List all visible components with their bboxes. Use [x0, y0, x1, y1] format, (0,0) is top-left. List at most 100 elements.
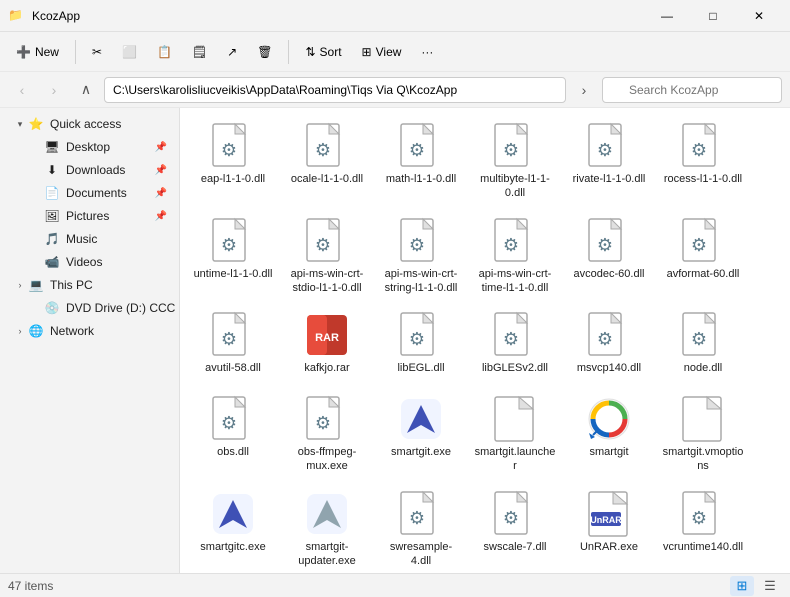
music-icon: 🎵: [44, 231, 60, 247]
file-type-icon: ⚙: [491, 122, 539, 170]
svg-text:⚙: ⚙: [691, 140, 707, 160]
sidebar-item-this-pc[interactable]: › 💻 This PC: [4, 274, 175, 296]
file-type-icon: ⚙: [585, 311, 633, 359]
new-button[interactable]: ➕ New: [8, 41, 67, 63]
list-item[interactable]: smartgit.launcher: [470, 389, 560, 480]
title-bar: 📁 KcozApp — □ ✕: [0, 0, 790, 32]
list-item[interactable]: smartgit: [564, 389, 654, 480]
search-wrapper: 🔍: [602, 77, 782, 103]
copy-button[interactable]: ⬜: [114, 41, 145, 63]
rename-button[interactable]: 🗒: [184, 41, 215, 63]
file-name: avformat-60.dll: [667, 267, 740, 281]
list-item[interactable]: ⚙ swresample-4.dll: [376, 484, 466, 573]
list-item[interactable]: ⚙ untime-l1-1-0.dll: [188, 211, 278, 302]
list-item[interactable]: ⚙ libGLESv2.dll: [470, 305, 560, 385]
list-item[interactable]: ⚙ msvcp140.dll: [564, 305, 654, 385]
sort-button[interactable]: ⇅ Sort: [297, 41, 349, 63]
svg-text:⚙: ⚙: [221, 413, 237, 433]
share-button[interactable]: ↗: [219, 41, 245, 63]
svg-text:⚙: ⚙: [221, 235, 237, 255]
back-button[interactable]: ‹: [8, 76, 36, 104]
maximize-button[interactable]: □: [690, 0, 736, 32]
list-item[interactable]: smartgit.exe: [376, 389, 466, 480]
sidebar: ▾ ⭐ Quick access 🖥 Desktop 📌 ⬇ Downloads…: [0, 108, 180, 573]
file-type-icon: ⚙: [397, 122, 445, 170]
cut-button[interactable]: ✂: [84, 41, 110, 63]
sidebar-item-desktop[interactable]: 🖥 Desktop 📌: [4, 136, 175, 158]
sidebar-item-music[interactable]: 🎵 Music: [4, 228, 175, 250]
pictures-icon: 🖼: [44, 208, 60, 224]
sidebar-item-documents[interactable]: 📄 Documents 📌: [4, 182, 175, 204]
file-type-icon: ⚙: [209, 395, 257, 443]
list-item[interactable]: ⚙ avutil-58.dll: [188, 305, 278, 385]
file-type-icon: ⚙: [491, 311, 539, 359]
file-type-icon: ⚙: [679, 490, 727, 538]
search-input[interactable]: [602, 77, 782, 103]
list-item[interactable]: ⚙ obs.dll: [188, 389, 278, 480]
svg-text:⚙: ⚙: [503, 140, 519, 160]
list-view-button[interactable]: ☰: [758, 576, 782, 596]
file-name: obs.dll: [217, 445, 249, 459]
list-item[interactable]: ⚙ libEGL.dll: [376, 305, 466, 385]
list-item[interactable]: smartgitc.exe: [188, 484, 278, 573]
file-name: smartgit-updater.exe: [286, 540, 368, 569]
svg-text:⚙: ⚙: [221, 140, 237, 160]
file-type-icon: ⚙: [303, 395, 351, 443]
list-item[interactable]: ⚙ avcodec-60.dll: [564, 211, 654, 302]
list-item[interactable]: UnRAR UnRAR.exe: [564, 484, 654, 573]
pin-icon: 📌: [155, 165, 167, 176]
file-name: smartgit.vmoptions: [662, 445, 744, 474]
go-button[interactable]: ›: [570, 76, 598, 104]
new-icon: ➕: [16, 45, 31, 59]
delete-button[interactable]: 🗑: [249, 41, 280, 63]
list-item[interactable]: ⚙ avformat-60.dll: [658, 211, 748, 302]
list-item[interactable]: ⚙ vcruntime140.dll: [658, 484, 748, 573]
list-item[interactable]: ⚙ eap-l1-1-0.dll: [188, 116, 278, 207]
file-name: math-l1-1-0.dll: [386, 172, 456, 186]
dvd-drive-icon: 💿: [44, 300, 60, 316]
documents-icon: 📄: [44, 185, 60, 201]
list-item[interactable]: ⚙ node.dll: [658, 305, 748, 385]
sidebar-item-dvd-drive[interactable]: 💿 DVD Drive (D:) CCCC: [4, 297, 175, 319]
sidebar-item-videos[interactable]: 📹 Videos: [4, 251, 175, 273]
sidebar-item-pictures[interactable]: 🖼 Pictures 📌: [4, 205, 175, 227]
list-item[interactable]: ⚙ math-l1-1-0.dll: [376, 116, 466, 207]
list-item[interactable]: smartgit.vmoptions: [658, 389, 748, 480]
sidebar-item-label: Downloads: [66, 163, 125, 177]
file-type-icon: ⚙: [209, 217, 257, 265]
up-button[interactable]: ∧: [72, 76, 100, 104]
app-icon: 📁: [8, 8, 24, 24]
grid-view-button[interactable]: ⊞: [730, 576, 754, 596]
list-item[interactable]: ⚙ ocale-l1-1-0.dll: [282, 116, 372, 207]
list-item[interactable]: ⚙ swscale-7.dll: [470, 484, 560, 573]
list-item[interactable]: ⚙ rocess-l1-1-0.dll: [658, 116, 748, 207]
file-type-icon: RAR: [303, 311, 351, 359]
file-type-icon: [303, 490, 351, 538]
file-name: api-ms-win-crt-time-l1-1-0.dll: [474, 267, 556, 296]
sidebar-item-network[interactable]: › 🌐 Network: [4, 320, 175, 342]
pin-icon: 📌: [155, 211, 167, 222]
list-item[interactable]: ⚙ rivate-l1-1-0.dll: [564, 116, 654, 207]
more-button[interactable]: ···: [413, 41, 441, 63]
list-item[interactable]: ⚙ obs-ffmpeg-mux.exe: [282, 389, 372, 480]
svg-text:⚙: ⚙: [409, 508, 425, 528]
file-type-icon: UnRAR: [585, 490, 633, 538]
list-item[interactable]: smartgit-updater.exe: [282, 484, 372, 573]
list-item[interactable]: ⚙ api-ms-win-crt-string-l1-1-0.dll: [376, 211, 466, 302]
svg-text:⚙: ⚙: [691, 235, 707, 255]
minimize-button[interactable]: —: [644, 0, 690, 32]
view-button[interactable]: ⊞ View: [354, 41, 410, 63]
paste-button[interactable]: 📋: [149, 41, 180, 63]
file-name: obs-ffmpeg-mux.exe: [286, 445, 368, 474]
sidebar-item-downloads[interactable]: ⬇ Downloads 📌: [4, 159, 175, 181]
list-item[interactable]: RAR kafkjo.rar: [282, 305, 372, 385]
address-input[interactable]: [104, 77, 566, 103]
close-button[interactable]: ✕: [736, 0, 782, 32]
list-item[interactable]: ⚙ multibyte-l1-1-0.dll: [470, 116, 560, 207]
sidebar-item-quick-access[interactable]: ▾ ⭐ Quick access: [4, 113, 175, 135]
pin-icon: 📌: [155, 142, 167, 153]
list-item[interactable]: ⚙ api-ms-win-crt-stdio-l1-1-0.dll: [282, 211, 372, 302]
forward-button[interactable]: ›: [40, 76, 68, 104]
file-type-icon: ⚙: [303, 217, 351, 265]
list-item[interactable]: ⚙ api-ms-win-crt-time-l1-1-0.dll: [470, 211, 560, 302]
